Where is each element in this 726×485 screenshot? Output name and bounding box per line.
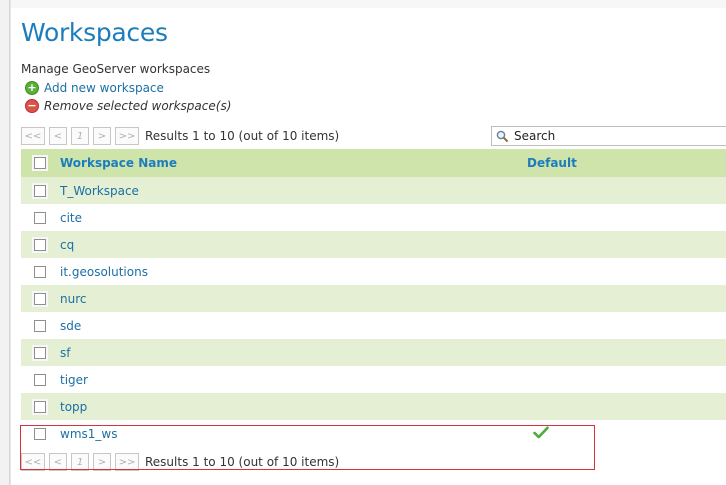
pager-last-button[interactable]: >> xyxy=(115,453,139,471)
workspace-link[interactable]: T_Workspace xyxy=(60,184,139,198)
pager-bottom: << < 1 > >> Results 1 to 10 (out of 10 i… xyxy=(21,453,339,471)
row-checkbox[interactable] xyxy=(34,184,46,197)
add-icon: + xyxy=(25,81,39,95)
table-row: sf xyxy=(21,339,726,366)
row-checkbox[interactable] xyxy=(34,238,46,251)
pager-page-button[interactable]: 1 xyxy=(71,127,89,145)
search-box[interactable] xyxy=(491,126,726,146)
table-row: T_Workspace xyxy=(21,177,726,204)
search-icon xyxy=(492,127,512,145)
row-checkbox[interactable] xyxy=(34,373,46,386)
pager-status: Results 1 to 10 (out of 10 items) xyxy=(145,455,340,469)
row-checkbox[interactable] xyxy=(34,265,46,278)
table-row: it.geosolutions xyxy=(21,258,726,285)
add-workspace-link[interactable]: + Add new workspace xyxy=(25,80,164,96)
main-content: Workspaces Manage GeoServer workspaces +… xyxy=(11,8,726,485)
table-row: cq xyxy=(21,231,726,258)
row-checkbox[interactable] xyxy=(34,211,46,224)
pager-status: Results 1 to 10 (out of 10 items) xyxy=(145,129,340,143)
workspace-link[interactable]: nurc xyxy=(60,292,86,306)
workspace-link[interactable]: sf xyxy=(60,346,70,360)
table-row: topp xyxy=(21,393,726,420)
add-workspace-label: Add new workspace xyxy=(44,81,164,95)
default-cell xyxy=(527,426,726,442)
page-title: Workspaces xyxy=(21,18,168,47)
table-row: nurc xyxy=(21,285,726,312)
default-check-icon xyxy=(533,426,549,442)
workspace-link[interactable]: wms1_ws xyxy=(60,427,117,441)
workspace-link[interactable]: it.geosolutions xyxy=(60,265,148,279)
pager-next-button[interactable]: > xyxy=(93,127,111,145)
column-header-default[interactable]: Default xyxy=(527,156,726,170)
table-row: cite xyxy=(21,204,726,231)
workspace-link[interactable]: topp xyxy=(60,400,87,414)
workspace-link[interactable]: sde xyxy=(60,319,81,333)
row-checkbox[interactable] xyxy=(34,292,46,305)
table-row: sde xyxy=(21,312,726,339)
sidebar-edge xyxy=(0,0,11,485)
remove-workspace-label: Remove selected workspace(s) xyxy=(44,99,232,113)
select-all-cell xyxy=(21,157,59,169)
pager-last-button[interactable]: >> xyxy=(115,127,139,145)
row-checkbox[interactable] xyxy=(34,400,46,413)
row-checkbox[interactable] xyxy=(34,346,46,359)
table-header: Workspace Name Default xyxy=(21,149,726,177)
workspace-link[interactable]: tiger xyxy=(60,373,88,387)
remove-workspace-link[interactable]: − Remove selected workspace(s) xyxy=(25,98,231,114)
workspaces-table: Workspace Name Default T_Workspace cite … xyxy=(21,149,726,447)
pager-page-button[interactable]: 1 xyxy=(71,453,89,471)
pager-first-button[interactable]: << xyxy=(21,453,45,471)
pager-first-button[interactable]: << xyxy=(21,127,45,145)
table-row: tiger xyxy=(21,366,726,393)
row-checkbox[interactable] xyxy=(34,319,46,332)
column-header-name[interactable]: Workspace Name xyxy=(59,156,527,170)
workspace-link[interactable]: cq xyxy=(60,238,74,252)
pager-next-button[interactable]: > xyxy=(93,453,111,471)
row-checkbox[interactable] xyxy=(34,427,46,440)
pager-prev-button[interactable]: < xyxy=(49,453,67,471)
workspace-link[interactable]: cite xyxy=(60,211,82,225)
table-row: wms1_ws xyxy=(21,420,726,447)
page-description: Manage GeoServer workspaces xyxy=(21,62,211,76)
search-input[interactable] xyxy=(512,128,726,144)
pager-top: << < 1 > >> Results 1 to 10 (out of 10 i… xyxy=(21,127,339,145)
select-all-checkbox[interactable] xyxy=(34,157,46,169)
remove-icon: − xyxy=(25,99,39,113)
pager-prev-button[interactable]: < xyxy=(49,127,67,145)
